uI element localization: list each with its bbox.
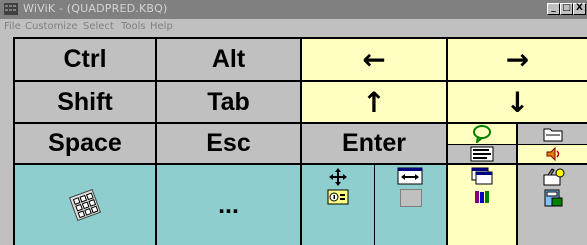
menu-help[interactable]: Help — [150, 21, 173, 32]
key-right-arrow[interactable]: → — [448, 39, 587, 80]
title-bar[interactable]: WiViK - (QUADPRED.KBQ) _ □ X — [0, 0, 587, 19]
info-icon — [327, 189, 349, 205]
key-more[interactable]: ... — [157, 165, 300, 245]
folder-key[interactable] — [518, 124, 587, 144]
key-alt[interactable]: Alt — [157, 39, 300, 80]
window-icon — [471, 167, 493, 185]
keypad-icon — [69, 189, 101, 221]
speech-key[interactable] — [448, 124, 516, 144]
people-icon — [475, 191, 489, 203]
key-tab[interactable]: Tab — [157, 82, 300, 122]
minimize-button[interactable]: _ — [547, 3, 560, 15]
key-space[interactable]: Space — [15, 124, 155, 163]
wivik-app-icon — [4, 3, 18, 15]
keyboard-list-icon — [470, 146, 494, 162]
window-key[interactable] — [448, 165, 516, 245]
wivik-window: WiViK - (QUADPRED.KBQ) _ □ X File Custom… — [0, 0, 587, 245]
keyboard-grid: Ctrl Alt ← → Shift Tab ↑ ↓ Space Esc Ent… — [13, 37, 587, 245]
speech-bubble-icon — [473, 125, 491, 143]
toolbox-icon — [543, 168, 565, 186]
menu-select[interactable]: Select — [83, 21, 114, 32]
speaker-icon — [546, 146, 560, 162]
calculator-icon — [544, 189, 563, 207]
resize-arrows-icon — [397, 167, 423, 185]
keyboard-list-key[interactable] — [448, 145, 516, 163]
key-down-arrow[interactable]: ↓ — [448, 82, 587, 122]
maximize-button[interactable]: □ — [560, 3, 573, 15]
move-arrows-icon — [329, 168, 347, 186]
key-esc[interactable]: Esc — [157, 124, 300, 163]
key-ctrl[interactable]: Ctrl — [15, 39, 155, 80]
speaker-key[interactable] — [518, 145, 587, 163]
move-key[interactable] — [302, 165, 374, 245]
resize-key[interactable] — [375, 165, 446, 245]
key-enter[interactable]: Enter — [302, 124, 446, 163]
menu-file[interactable]: File — [4, 21, 21, 32]
menu-bar: File Customize Select Tools Help — [0, 19, 587, 36]
key-shift[interactable]: Shift — [15, 82, 155, 122]
folder-icon — [543, 128, 563, 142]
tools-key[interactable] — [518, 165, 587, 245]
menu-tools[interactable]: Tools — [121, 21, 146, 32]
keypad-key[interactable] — [15, 165, 155, 245]
window-title: WiViK - (QUADPRED.KBQ) — [23, 2, 168, 15]
key-left-arrow[interactable]: ← — [302, 39, 446, 80]
close-button[interactable]: X — [573, 3, 586, 15]
key-up-arrow[interactable]: ↑ — [302, 82, 446, 122]
menu-customize[interactable]: Customize — [25, 21, 78, 32]
